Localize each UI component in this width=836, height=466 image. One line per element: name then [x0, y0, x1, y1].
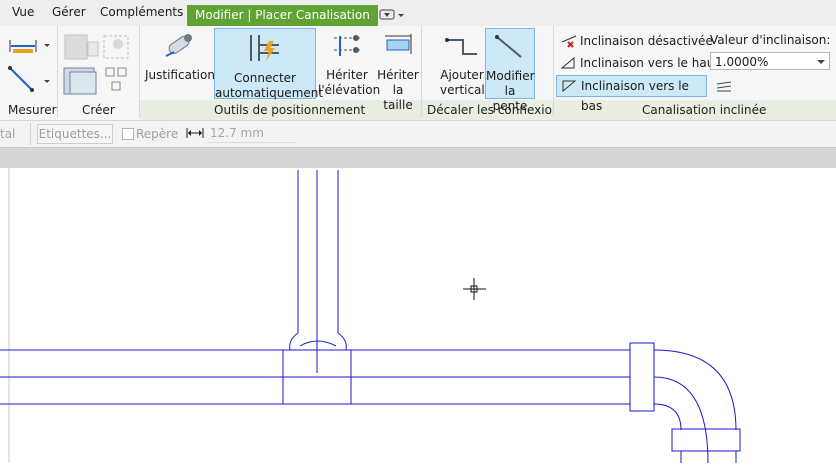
view-header-strip: [0, 148, 836, 168]
elbow-inner: [653, 403, 682, 431]
modifier-pente-button[interactable]: Modifier la pente: [485, 28, 535, 113]
ajouter-label-2: vertical: [440, 83, 485, 97]
inclinaison-desactivee-label: Inclinaison désactivée: [580, 34, 713, 48]
inclinaison-haut-label: Inclinaison vers le haut: [580, 56, 720, 70]
ribbon: Mesurer Créer Justification Connecter au…: [0, 26, 836, 121]
inherit-elevation-icon: [318, 32, 376, 64]
ajouter-vertical-button[interactable]: Ajouter vertical: [440, 32, 485, 98]
heriter-taille-label-1: Hériter: [377, 68, 419, 82]
heriter-taille-button[interactable]: Hériter la taille: [377, 32, 419, 113]
panel-label-mesurer: Mesurer: [8, 103, 57, 117]
panel-label-canal: Canalisation inclinée: [642, 103, 767, 117]
elbow-outer: [653, 349, 737, 431]
ribbon-minimize-icon[interactable]: [379, 9, 405, 24]
tab-complements[interactable]: Compléments: [100, 5, 183, 19]
ribbon-tab-bar: Vue Gérer Compléments Modifier | Placer …: [0, 0, 836, 26]
create-group-icon[interactable]: [62, 30, 136, 67]
options-left-text: tal: [0, 127, 16, 141]
elbow-centerline: [653, 376, 709, 464]
connecter-label-2: automatiquement: [215, 86, 324, 100]
crosshair-cursor-icon: [463, 278, 486, 300]
chevron-down-icon: [816, 53, 826, 74]
change-slope-icon: [486, 33, 534, 65]
inclinaison-bas-option[interactable]: Inclinaison vers le bas: [556, 75, 707, 113]
dimension-field[interactable]: 12.7 mm: [207, 124, 295, 143]
pipe-drawing: [0, 168, 741, 464]
measure-icon[interactable]: [8, 36, 54, 59]
valeur-inclinaison-value: 1.0000%: [715, 55, 769, 69]
justification-button[interactable]: Justification: [145, 32, 215, 83]
connecter-label-1: Connecter: [234, 71, 296, 85]
heriter-elevation-label-2: l'élévation: [318, 83, 381, 97]
justification-icon: [145, 32, 213, 64]
panel-label-creer: Créer: [82, 103, 115, 117]
dimension-icon: [186, 127, 204, 142]
tab-vue[interactable]: Vue: [12, 5, 34, 19]
justification-label: Justification: [145, 68, 215, 82]
add-vertical-icon: [440, 32, 484, 64]
tab-modifier-placer-canalisation[interactable]: Modifier | Placer Canalisation: [187, 5, 378, 26]
connecter-automatiquement-button[interactable]: Connecter automatiquement: [214, 28, 323, 100]
inherit-size-icon: [377, 32, 419, 64]
slope-up-icon: [560, 56, 575, 69]
panel-label-decaler: Décaler les connexions: [427, 103, 566, 117]
modifier-label-1: Modifier: [486, 69, 535, 83]
auto-connect-icon: [215, 33, 315, 67]
tab-gerer[interactable]: Gérer: [52, 5, 86, 19]
heriter-elevation-label-1: Hériter: [326, 68, 368, 82]
valeur-inclinaison-dropdown[interactable]: 1.0000%: [710, 52, 830, 70]
drawing-canvas[interactable]: [0, 168, 836, 464]
heriter-elevation-button[interactable]: Hériter l'élévation: [318, 32, 380, 98]
panel-label-outils: Outils de positionnement: [214, 103, 366, 117]
tee-fitting-arc: [299, 340, 337, 347]
separator: [57, 26, 58, 118]
slope-down-icon: [562, 80, 577, 93]
separator: [30, 123, 31, 145]
aligned-dimension-icon[interactable]: [6, 66, 54, 99]
repere-checkbox[interactable]: [122, 128, 134, 140]
create-parts-icon[interactable]: [62, 64, 136, 101]
slope-annotation-icon[interactable]: [716, 81, 734, 96]
valeur-inclinaison-label: Valeur d'inclinaison:: [710, 33, 831, 47]
etiquettes-button[interactable]: Etiquettes...: [37, 124, 113, 144]
ajouter-label-1: Ajouter: [440, 68, 484, 82]
options-bar: tal Etiquettes... Repère 12.7 mm: [0, 121, 836, 148]
pipe-coupling: [629, 342, 655, 412]
heriter-taille-label-2: la taille: [383, 83, 413, 112]
slope-off-icon: [561, 35, 577, 48]
repere-label: Repère: [136, 127, 179, 141]
